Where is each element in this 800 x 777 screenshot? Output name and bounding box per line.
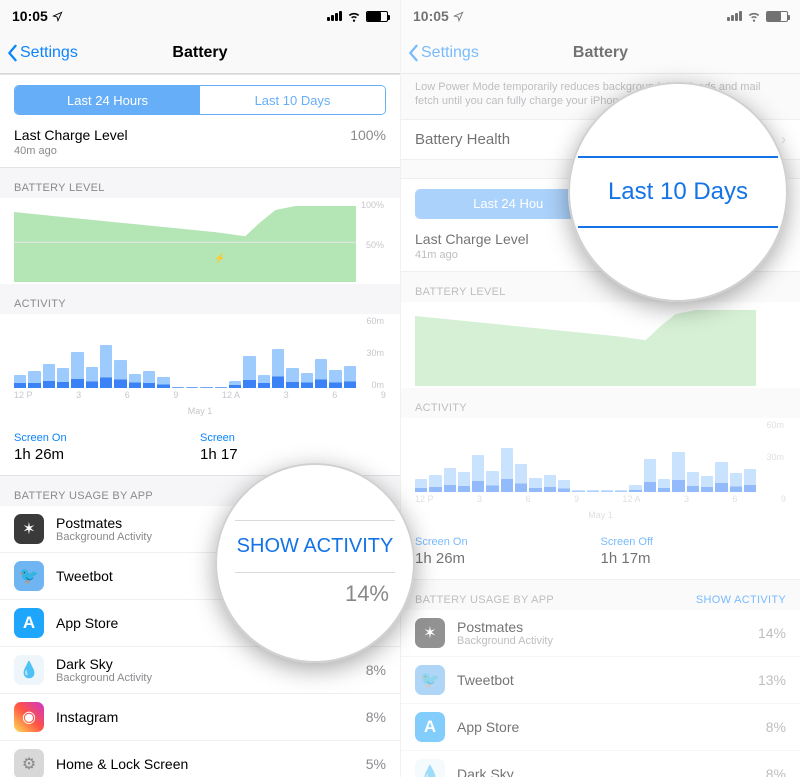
app-row[interactable]: 💧 Dark Sky 8% [401, 751, 800, 777]
appstore-icon: A [14, 608, 44, 638]
callout-label: SHOW ACTIVITY [237, 521, 394, 572]
area-chart-svg [14, 202, 356, 282]
callout-show-activity: SHOW ACTIVITY 14% [215, 463, 415, 663]
screen-on-value: 1h 26m [415, 550, 601, 567]
app-row[interactable]: A App Store 8% [401, 704, 800, 751]
activity-chart: 60m 30m 12 P3 69 [401, 418, 800, 528]
last-charge-pct: 100% [350, 127, 386, 157]
screen-off-value: 1h 17 [200, 446, 386, 463]
battery-icon [366, 11, 388, 22]
back-button[interactable]: Settings [6, 44, 78, 62]
usage-header: BATTERY USAGE BY APP [14, 490, 153, 502]
screen-on-label: Screen On [415, 536, 601, 548]
app-row[interactable]: ◉ Instagram 8% [0, 694, 400, 741]
activity-chart: 60m 30m 0m 12 P3 [0, 314, 400, 424]
callout-last-10-days: Last 10 Days [568, 82, 788, 302]
postmates-icon: ✶ [415, 618, 445, 648]
status-bar: 10:05 [401, 0, 800, 32]
chevron-left-icon [6, 44, 18, 62]
screen-off-label: Screen Off [601, 536, 787, 548]
status-time: 10:05 [413, 8, 449, 24]
tab-last-10d[interactable]: Last 10 Days [200, 86, 385, 114]
app-row[interactable]: ⚙ Home & Lock Screen 5% [0, 741, 400, 777]
screen-on-label: Screen On [14, 432, 200, 444]
usage-header: BATTERY USAGE BY APP [415, 594, 554, 606]
chevron-left-icon [407, 44, 419, 62]
nav-title: Battery [172, 44, 227, 62]
chevron-right-icon: › [781, 131, 786, 148]
last-charge-time: 40m ago [14, 145, 128, 157]
signal-icon [727, 11, 742, 21]
last-charge-row: Last Charge Level 40m ago 100% [0, 121, 400, 168]
app-row[interactable]: ✶ PostmatesBackground Activity 14% [401, 610, 800, 657]
callout-pct: 14% [345, 581, 389, 607]
battery-level-chart [401, 302, 800, 388]
darksky-icon: 💧 [14, 655, 44, 685]
screen-on-value: 1h 26m [14, 446, 200, 463]
time-range-segmented[interactable]: Last 24 Hours Last 10 Days [14, 85, 386, 115]
status-time: 10:05 [12, 8, 48, 24]
last-charge-label: Last Charge Level [14, 127, 128, 143]
location-icon [453, 11, 464, 22]
battery-level-chart: 100% 50% ⚡ [0, 198, 400, 284]
instagram-icon: ◉ [14, 702, 44, 732]
signal-icon [327, 11, 342, 21]
screen-time-row: Screen On 1h 26m Screen Off 1h 17m [401, 528, 800, 580]
area-chart-svg [415, 306, 756, 386]
tab-last-24h[interactable]: Last 24 Hours [15, 86, 200, 114]
battery-health-label: Battery Health [415, 131, 510, 148]
nav-bar: Settings Battery [401, 32, 800, 74]
nav-title: Battery [573, 44, 628, 62]
activity-header: ACTIVITY [401, 388, 800, 418]
activity-header: ACTIVITY [0, 284, 400, 314]
wifi-icon [347, 9, 361, 23]
screen-off-label: Screen [200, 432, 386, 444]
battery-icon [766, 11, 788, 22]
back-label: Settings [20, 44, 78, 62]
nav-bar: Settings Battery [0, 32, 400, 74]
tweetbot-icon: 🐦 [415, 665, 445, 695]
location-icon [52, 11, 63, 22]
postmates-icon: ✶ [14, 514, 44, 544]
battery-level-header: BATTERY LEVEL [0, 168, 400, 198]
screen-off-value: 1h 17m [601, 550, 787, 567]
last-charge-label: Last Charge Level [415, 231, 529, 247]
home-lock-icon: ⚙ [14, 749, 44, 777]
app-row[interactable]: 🐦 Tweetbot 13% [401, 657, 800, 704]
show-activity-link[interactable]: SHOW ACTIVITY [696, 594, 786, 606]
wifi-icon [747, 9, 761, 23]
back-button[interactable]: Settings [407, 44, 479, 62]
callout-label: Last 10 Days [590, 178, 766, 206]
last-charge-time: 41m ago [415, 249, 529, 261]
darksky-icon: 💧 [415, 759, 445, 777]
tweetbot-icon: 🐦 [14, 561, 44, 591]
status-bar: 10:05 [0, 0, 400, 32]
appstore-icon: A [415, 712, 445, 742]
back-label: Settings [421, 44, 479, 62]
